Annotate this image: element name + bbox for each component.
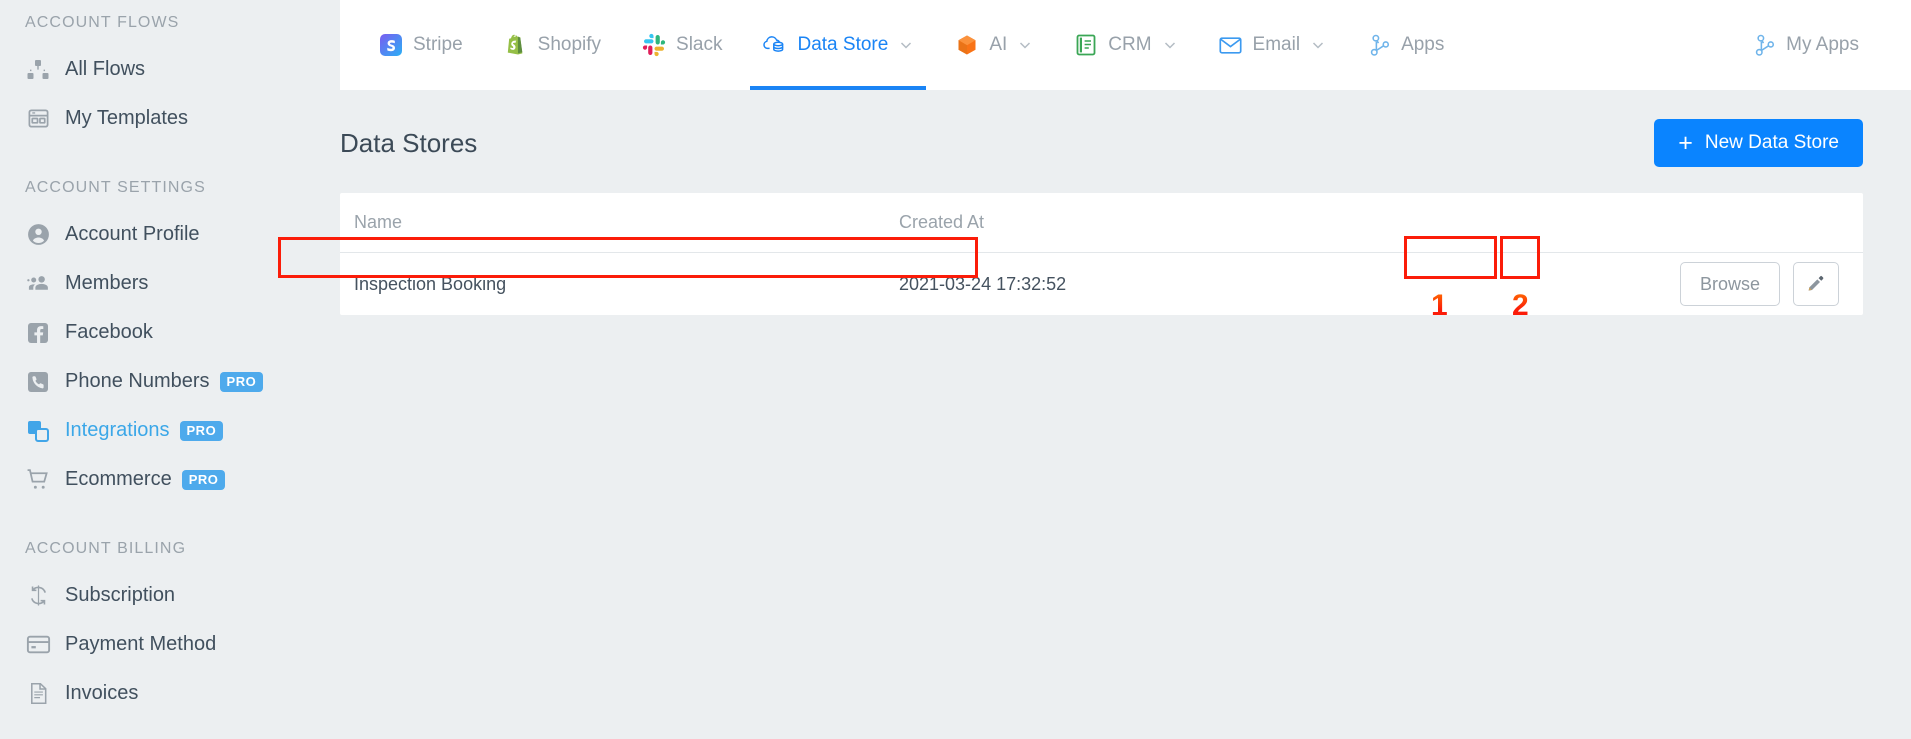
annotation-number-1: 1 <box>1431 289 1448 322</box>
cart-icon <box>25 467 51 493</box>
crm-icon <box>1073 32 1099 58</box>
sidebar-item-label: Phone Numbers <box>65 370 210 392</box>
table-header-row: Name Created At <box>340 193 1863 253</box>
cell-created-at: 2021-03-24 17:32:52 <box>899 273 1067 294</box>
sidebar-item-all-flows[interactable]: All Flows <box>0 45 340 94</box>
sidebar-item-label: Members <box>65 272 149 294</box>
apps-icon <box>1751 32 1777 58</box>
sidebar-item-integrations[interactable]: Integrations PRO <box>0 406 340 455</box>
sidebar-item-label: Ecommerce <box>65 468 172 490</box>
sidebar-item-payment-method[interactable]: Payment Method <box>0 620 340 669</box>
stripe-icon <box>378 32 404 58</box>
edit-button[interactable] <box>1793 262 1839 306</box>
integrations-icon <box>25 418 51 444</box>
user-circle-icon <box>25 222 51 248</box>
tab-label: Data Store <box>797 34 889 55</box>
datastore-icon <box>762 32 788 58</box>
tab-email[interactable]: Email <box>1198 0 1347 90</box>
email-icon <box>1218 32 1244 58</box>
main-content: Stripe Shopify Slack Data Store AI CRM E… <box>340 0 1911 739</box>
tab-label: Shopify <box>537 34 602 55</box>
sidebar-item-label: Subscription <box>65 584 176 606</box>
table-row[interactable]: Inspection Booking 2021-03-24 17:32:52 B… <box>340 253 1863 315</box>
tab-apps[interactable]: Apps <box>1346 0 1464 90</box>
sidebar: ACCOUNT FLOWS All Flows My Templates ACC… <box>0 0 340 739</box>
tab-label: Email <box>1252 34 1301 55</box>
tab-crm[interactable]: CRM <box>1053 0 1197 90</box>
slack-icon <box>641 32 667 58</box>
apps-icon <box>1366 32 1392 58</box>
tab-slack[interactable]: Slack <box>621 0 742 90</box>
sidebar-item-label: Facebook <box>65 321 153 343</box>
sidebar-item-account-profile[interactable]: Account Profile <box>0 210 340 259</box>
sidebar-item-members[interactable]: Members <box>0 259 340 308</box>
phone-icon <box>25 369 51 395</box>
tab-label: Stripe <box>413 34 463 55</box>
sitemap-icon <box>25 57 51 83</box>
tab-ai[interactable]: AI <box>934 0 1053 90</box>
new-data-store-label: New Data Store <box>1704 132 1839 153</box>
tab-my-apps[interactable]: My Apps <box>1731 0 1879 90</box>
data-stores-page: Data Stores + New Data Store Name Create… <box>340 117 1911 315</box>
pro-badge: PRO <box>179 420 224 441</box>
chevron-down-icon[interactable] <box>1162 37 1178 53</box>
annotation-number-2: 2 <box>1512 289 1529 322</box>
app-root: ACCOUNT FLOWS All Flows My Templates ACC… <box>0 0 1911 739</box>
tab-data-store[interactable]: Data Store <box>742 0 934 90</box>
sidebar-item-ecommerce[interactable]: Ecommerce PRO <box>0 455 340 504</box>
sidebar-section-account-settings: ACCOUNT SETTINGS <box>25 179 206 196</box>
sidebar-item-subscription[interactable]: Subscription <box>0 571 340 620</box>
pro-badge: PRO <box>219 371 264 392</box>
sidebar-item-facebook[interactable]: Facebook <box>0 308 340 357</box>
integration-tabbar: Stripe Shopify Slack Data Store AI CRM E… <box>340 0 1911 90</box>
ai-icon <box>954 32 980 58</box>
sidebar-item-label: Invoices <box>65 682 139 704</box>
chevron-down-icon[interactable] <box>1310 37 1326 53</box>
sidebar-section-account-billing: ACCOUNT BILLING <box>25 540 187 557</box>
sidebar-item-invoices[interactable]: Invoices <box>0 669 340 718</box>
template-icon <box>25 106 51 132</box>
sidebar-item-label: All Flows <box>65 58 146 80</box>
page-title: Data Stores <box>340 127 478 158</box>
users-icon <box>25 271 51 297</box>
tab-label: My Apps <box>1786 34 1859 55</box>
new-data-store-button[interactable]: + New Data Store <box>1654 119 1863 167</box>
shopify-icon <box>503 32 529 58</box>
tab-label: AI <box>989 34 1008 55</box>
chevron-down-icon[interactable] <box>1017 37 1033 53</box>
pencil-icon <box>1806 273 1826 296</box>
sidebar-item-label: Payment Method <box>65 633 217 655</box>
column-header-created-at: Created At <box>899 212 985 232</box>
tab-shopify[interactable]: Shopify <box>483 0 621 90</box>
browse-button[interactable]: Browse <box>1680 262 1780 306</box>
data-stores-table: Name Created At Inspection Booking 2021-… <box>340 193 1863 315</box>
sidebar-item-label: Account Profile <box>65 223 200 245</box>
sidebar-item-my-templates[interactable]: My Templates <box>0 94 340 143</box>
tab-label: Slack <box>676 34 723 55</box>
facebook-icon <box>25 320 51 346</box>
pro-badge: PRO <box>181 469 226 490</box>
refresh-icon <box>25 583 51 609</box>
tab-label: Apps <box>1401 34 1445 55</box>
column-header-name: Name <box>354 212 403 232</box>
sidebar-item-label: My Templates <box>65 107 189 129</box>
cell-name: Inspection Booking <box>354 273 507 294</box>
invoice-icon <box>25 681 51 707</box>
tab-label: CRM <box>1108 34 1152 55</box>
page-header: Data Stores + New Data Store <box>340 117 1863 169</box>
credit-card-icon <box>25 632 51 658</box>
sidebar-item-phone-numbers[interactable]: Phone Numbers PRO <box>0 357 340 406</box>
plus-icon: + <box>1678 128 1693 157</box>
tab-stripe[interactable]: Stripe <box>358 0 483 90</box>
sidebar-section-account-flows: ACCOUNT FLOWS <box>25 14 180 31</box>
chevron-down-icon[interactable] <box>898 37 914 53</box>
sidebar-item-label: Integrations <box>65 419 170 441</box>
